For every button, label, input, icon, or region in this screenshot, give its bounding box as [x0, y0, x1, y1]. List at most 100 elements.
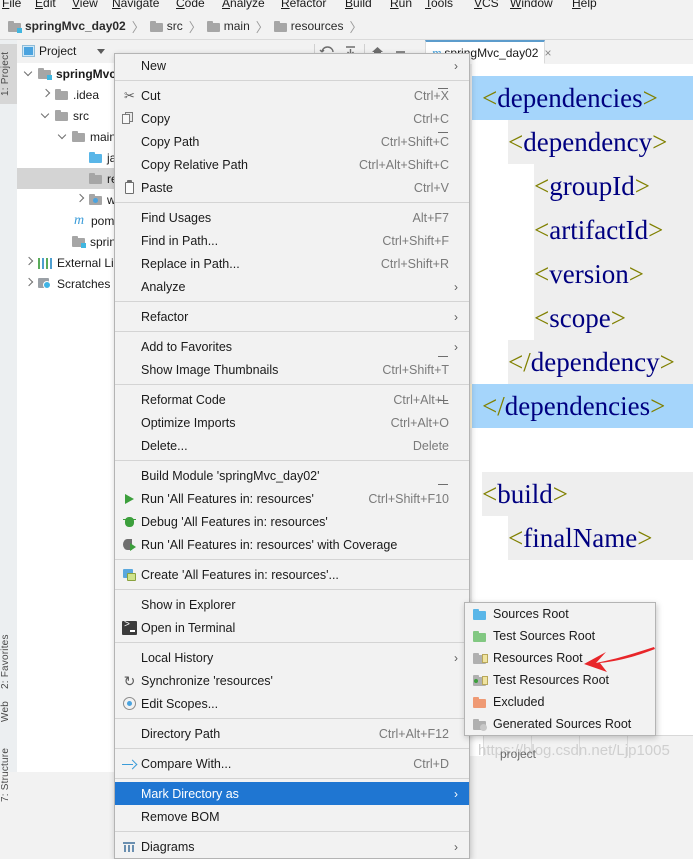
code-line[interactable]: </dependencies> — [482, 384, 665, 428]
breadcrumb-item-springmvc-day02[interactable]: springMvc_day02 — [8, 13, 126, 39]
menu-item-label: Local History — [141, 650, 214, 665]
menu-item-find-usages[interactable]: Find Usages Alt+F7 — [115, 206, 469, 229]
menu-item-directory-path[interactable]: Directory Path Ctrl+Alt+F12 — [115, 722, 469, 745]
menu-item-local-history[interactable]: Local History › — [115, 646, 469, 669]
menu-item-show-image-thumbnails[interactable]: Show Image Thumbnails Ctrl+Shift+T — [115, 358, 469, 381]
breadcrumb-separator: 〉 — [349, 19, 363, 35]
submenu-item-label: Resources Root — [493, 651, 583, 665]
menu-item-copy-relative-path[interactable]: Copy Relative Path Ctrl+Alt+Shift+C — [115, 153, 469, 176]
chevron-down-icon[interactable] — [40, 110, 51, 121]
menu-item-label: Optimize Imports — [141, 415, 236, 430]
chevron-right-icon[interactable] — [23, 257, 34, 268]
menu-analyze[interactable]: Analyze — [222, 0, 265, 10]
close-icon[interactable]: × — [544, 46, 551, 60]
code-line[interactable]: </dependency> — [508, 340, 675, 384]
menu-run[interactable]: Run — [390, 0, 412, 10]
menu-item-remove-bom[interactable]: Remove BOM — [115, 805, 469, 828]
tool-tab-7-structure[interactable]: 7: Structure — [0, 740, 17, 810]
menu-item-find-in-path[interactable]: Find in Path... Ctrl+Shift+F — [115, 229, 469, 252]
submenu-item-label: Generated Sources Root — [493, 717, 632, 731]
breadcrumb-item-src[interactable]: src — [149, 13, 183, 39]
tool-tab-1-project[interactable]: 1: Project — [0, 44, 17, 104]
menu-file[interactable]: File — [2, 0, 21, 10]
menu-item-cut[interactable]: ✂ Cut Ctrl+X — [115, 84, 469, 107]
context-menu[interactable]: New › ✂ Cut Ctrl+X Copy Ctrl+C Copy Path Ctrl+Sh… — [114, 53, 470, 859]
chevron-right-icon[interactable] — [40, 89, 51, 100]
sources-folder-icon — [89, 152, 102, 163]
menu-vcs[interactable]: VCS — [474, 0, 499, 10]
submenu-item-test-sources-root[interactable]: Test Sources Root — [465, 625, 655, 647]
code-line[interactable]: <build> — [482, 472, 568, 516]
menu-item-replace-in-path[interactable]: Replace in Path... Ctrl+Shift+R — [115, 252, 469, 275]
copy-icon — [119, 111, 141, 127]
code-line[interactable]: <scope> — [534, 296, 626, 340]
chevron-down-icon[interactable] — [23, 68, 34, 79]
chevron-right-icon[interactable] — [23, 278, 34, 289]
menu-item-label: Synchronize 'resources' — [141, 673, 273, 688]
menu-build[interactable]: Build — [345, 0, 372, 10]
submenu-item-sources-root[interactable]: Sources Root — [465, 603, 655, 625]
code-line[interactable]: <finalName> — [508, 516, 652, 560]
menu-item-shortcut: Ctrl+Alt+F12 — [378, 726, 449, 741]
menu-item-optimize-imports[interactable]: Optimize Imports Ctrl+Alt+O — [115, 411, 469, 434]
menu-code[interactable]: Code — [176, 0, 205, 10]
menu-item-synchronize-resources[interactable]: ↻ Synchronize 'resources' — [115, 669, 469, 692]
menu-item-build-module-springmvc-day02[interactable]: Build Module 'springMvc_day02' — [115, 464, 469, 487]
menu-item-label: Delete... — [141, 438, 188, 453]
menu-item-reformat-code[interactable]: Reformat Code Ctrl+Alt+L — [115, 388, 469, 411]
orange-folder-icon — [473, 696, 486, 708]
menu-item-paste[interactable]: Paste Ctrl+V — [115, 176, 469, 199]
left-tool-window-bar[interactable]: 1: Project 2: Favorites Web 7: Structure — [0, 40, 18, 802]
menu-item-mark-directory-as[interactable]: Mark Directory as › — [115, 782, 469, 805]
menu-item-refactor[interactable]: Refactor › — [115, 305, 469, 328]
breadcrumb-item-resources[interactable]: resources — [273, 13, 344, 39]
menu-refactor[interactable]: Refactor — [281, 0, 326, 10]
menu-navigate[interactable]: Navigate — [112, 0, 159, 10]
menu-item-copy-path[interactable]: Copy Path Ctrl+Shift+C — [115, 130, 469, 153]
menu-bar[interactable]: File Edit View Navigate Code Analyze Refactor B… — [0, 0, 693, 13]
menu-icon-placeholder — [119, 309, 141, 325]
submenu-item-excluded[interactable]: Excluded — [465, 691, 655, 713]
menu-item-add-to-favorites[interactable]: Add to Favorites › — [115, 335, 469, 358]
menu-item-label: Add to Favorites — [141, 339, 233, 354]
submenu-item-generated-sources-root[interactable]: Generated Sources Root — [465, 713, 655, 735]
menu-help[interactable]: Help — [572, 0, 597, 10]
menu-item-delete[interactable]: Delete... Delete — [115, 434, 469, 457]
code-line[interactable]: <version> — [534, 252, 644, 296]
menu-item-run-all-features-in-resources[interactable]: Run 'All Features in: resources' Ctrl+Shi… — [115, 487, 469, 510]
code-line[interactable]: <groupId> — [534, 164, 650, 208]
chevron-down-icon[interactable] — [97, 49, 105, 54]
menu-item-analyze[interactable]: Analyze › — [115, 275, 469, 298]
menu-item-debug-all-features-in-resources[interactable]: Debug 'All Features in: resources' — [115, 510, 469, 533]
menu-edit[interactable]: Edit — [35, 0, 56, 10]
chevron-down-icon[interactable] — [57, 131, 68, 142]
menu-icon-placeholder — [119, 58, 141, 74]
tool-tab-web[interactable]: Web — [0, 690, 17, 734]
menu-item-shortcut: Ctrl+Alt+Shift+C — [359, 157, 449, 172]
menu-view[interactable]: View — [72, 0, 98, 10]
menu-item-diagrams[interactable]: Diagrams › — [115, 835, 469, 858]
menu-item-edit-scopes[interactable]: Edit Scopes... — [115, 692, 469, 715]
menu-item-show-in-explorer[interactable]: Show in Explorer — [115, 593, 469, 616]
menu-item-copy[interactable]: Copy Ctrl+C — [115, 107, 469, 130]
code-line[interactable]: <artifactId> — [534, 208, 663, 252]
create-config-icon-glyph — [122, 568, 137, 582]
breadcrumb-item-main[interactable]: main — [206, 13, 250, 39]
menu-item-open-in-terminal[interactable]: Open in Terminal — [115, 616, 469, 639]
menu-tools[interactable]: Tools — [425, 0, 453, 10]
menu-item-run-all-features-in-resources-with-coverage[interactable]: Run 'All Features in: resources' with Co… — [115, 533, 469, 556]
menu-window[interactable]: Window — [510, 0, 553, 10]
run-icon — [119, 491, 141, 507]
tool-tab-2-favorites[interactable]: 2: Favorites — [0, 625, 17, 699]
menu-icon-placeholder — [119, 339, 141, 355]
menu-separator — [115, 748, 469, 749]
chevron-right-icon[interactable] — [74, 194, 85, 205]
sync-icon-glyph: ↻ — [123, 672, 136, 689]
code-line[interactable]: <dependencies> — [482, 76, 658, 120]
menu-item-label: Run 'All Features in: resources' — [141, 491, 314, 506]
menu-icon-placeholder — [119, 392, 141, 408]
menu-item-new[interactable]: New › — [115, 54, 469, 77]
breadcrumb-label: resources — [290, 19, 344, 33]
code-line[interactable]: <dependency> — [508, 120, 667, 164]
menu-item-create-all-features-in-resources[interactable]: Create 'All Features in: resources'... — [115, 563, 469, 586]
